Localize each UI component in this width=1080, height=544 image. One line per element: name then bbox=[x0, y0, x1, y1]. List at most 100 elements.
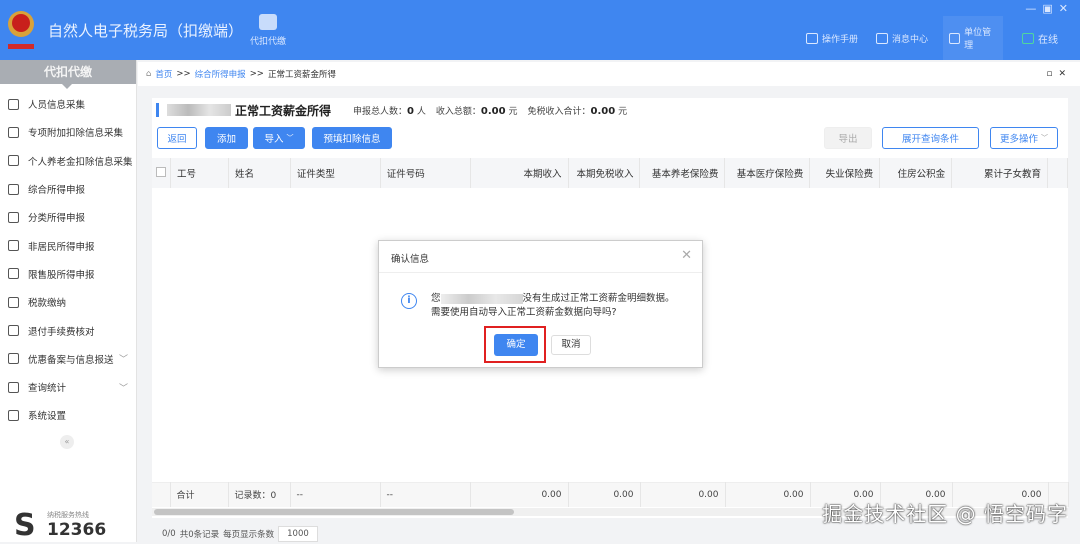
page-title: 正常工资薪金所得 bbox=[235, 103, 332, 118]
layers-icon bbox=[8, 183, 19, 195]
sidebar-item-0[interactable]: 人员信息采集 bbox=[0, 90, 136, 118]
pager-info[interactable]: 0/0 bbox=[162, 529, 176, 539]
sidebar-item-9[interactable]: 优惠备案与信息报送 ﹀ bbox=[0, 345, 136, 373]
wallet-icon bbox=[259, 14, 277, 30]
nav-label: 消息中心 bbox=[892, 34, 929, 45]
sidebar-item-label: 退付手续费核对 bbox=[28, 326, 95, 338]
checkbox-header bbox=[152, 158, 171, 188]
hotline-number: 12366 bbox=[47, 520, 107, 540]
msg-prefix: 您 bbox=[431, 293, 441, 304]
column-header[interactable]: 住房公积金 bbox=[879, 158, 953, 188]
column-header[interactable]: 基本养老保险费 bbox=[639, 158, 726, 188]
nav-label: 操作手册 bbox=[822, 34, 859, 45]
nav-unit-management[interactable]: 单位管理 bbox=[943, 16, 1003, 60]
data-table: 工号 姓名 证件类型 证件号码 本期收入 本期免税收入 基本养老保险费 基本医疗保险费 失业保险… bbox=[152, 158, 1069, 188]
list-icon bbox=[8, 126, 19, 138]
hotline: S 纳税服务热线 12366 bbox=[14, 508, 106, 544]
sidebar-item-6[interactable]: 限售股所得申报 bbox=[0, 260, 136, 288]
app-title: 自然人电子税务局（扣缴端） bbox=[48, 22, 244, 40]
sidebar-item-10[interactable]: 查询统计 ﹀ bbox=[0, 373, 136, 401]
sidebar-item-label: 系统设置 bbox=[28, 411, 67, 423]
column-header[interactable]: 工号 bbox=[170, 158, 229, 188]
chevron-down-icon: ﹀ bbox=[118, 355, 128, 366]
sidebar-item-2[interactable]: 个人养老金扣除信息采集 bbox=[0, 147, 136, 175]
restore-tab-icon[interactable]: ▫ bbox=[1046, 69, 1058, 79]
dialog-title: 确认信息 bbox=[379, 241, 702, 273]
close-tab-icon[interactable]: ✕ bbox=[1058, 69, 1072, 79]
chevron-down-icon: ﹀ bbox=[1041, 134, 1049, 142]
stat-unit: 元 bbox=[508, 106, 518, 117]
add-button[interactable]: 添加 bbox=[205, 127, 248, 149]
more-actions-button[interactable]: 更多操作 ﹀ bbox=[990, 127, 1058, 149]
footer-cell: 记录数：0 bbox=[228, 482, 291, 507]
stat-label: 收入总额： bbox=[435, 106, 481, 117]
collapse-sidebar-button[interactable]: « bbox=[60, 435, 74, 449]
back-button[interactable]: 返回 bbox=[157, 127, 197, 149]
nav-messages[interactable]: 消息中心 bbox=[870, 16, 934, 60]
close-button[interactable]: ✕ bbox=[1059, 2, 1074, 15]
person-icon bbox=[8, 98, 19, 110]
column-header[interactable]: 累计子女教育 bbox=[951, 158, 1048, 188]
nav-online[interactable]: 在线 bbox=[1016, 16, 1064, 60]
pension-icon bbox=[8, 155, 19, 167]
sidebar-item-5[interactable]: 非居民所得申报 bbox=[0, 231, 136, 259]
footer-cell: 0.00 bbox=[640, 482, 726, 507]
sidebar-item-7[interactable]: 税款缴纳 bbox=[0, 288, 136, 316]
column-header[interactable]: 姓名 bbox=[228, 158, 291, 188]
column-header[interactable]: 基本医疗保险费 bbox=[724, 158, 811, 188]
column-header[interactable]: 证件号码 bbox=[380, 158, 471, 188]
sidebar-item-1[interactable]: 专项附加扣除信息采集 bbox=[0, 118, 136, 146]
sidebar-item-8[interactable]: 退付手续费核对 bbox=[0, 316, 136, 344]
expand-query-button[interactable]: 展开查询条件 bbox=[882, 127, 979, 149]
stat-label: 免税收入合计： bbox=[527, 106, 591, 117]
breadcrumb: ⌂ 首页 >> 综合所得申报 >> 正常工资薪金所得 ▫✕ bbox=[138, 62, 1080, 86]
dialog-message: 您 没有生成过正常工资薪金明细数据。 需要使用自动导入正常工资薪金数据向导吗? bbox=[431, 292, 675, 320]
minimize-button[interactable]: — bbox=[1025, 2, 1042, 15]
prefill-deduction-button[interactable]: 预填扣除信息 bbox=[312, 127, 392, 149]
footer-cell: 0.00 bbox=[568, 482, 641, 507]
sidebar-item-11[interactable]: 系统设置 bbox=[0, 401, 136, 429]
confirm-dialog: 确认信息 ✕ i 您 没有生成过正常工资薪金明细数据。 需要使用自动导入正常工资薪… bbox=[378, 240, 703, 368]
sidebar-item-3[interactable]: 综合所得申报 bbox=[0, 175, 136, 203]
check-icon bbox=[8, 325, 19, 337]
app-header: 自然人电子税务局（扣缴端） 代扣代缴 操作手册 消息中心 单位管理 在线 —▣✕ bbox=[0, 0, 1080, 60]
scrollbar-thumb[interactable] bbox=[154, 509, 514, 515]
import-button[interactable]: 导入 ﹀ bbox=[253, 127, 305, 149]
nav-label: 单位管理 bbox=[964, 28, 992, 51]
sidebar-item-label: 专项附加扣除信息采集 bbox=[28, 128, 124, 140]
column-header[interactable]: 失业保险费 bbox=[809, 158, 881, 188]
search-list-icon bbox=[8, 381, 19, 393]
dialog-close-icon[interactable]: ✕ bbox=[681, 248, 692, 263]
window-controls[interactable]: —▣✕ bbox=[1025, 2, 1074, 15]
nav-withholding[interactable]: 代扣代缴 bbox=[246, 14, 290, 47]
sidebar: 代扣代缴 人员信息采集 专项附加扣除信息采集 个人养老金扣除信息采集 综合所得申报 分类… bbox=[0, 60, 137, 544]
title-accent bbox=[156, 103, 159, 117]
online-icon bbox=[1022, 32, 1034, 44]
breadcrumb-comprehensive[interactable]: 综合所得申报 bbox=[195, 68, 246, 80]
column-header[interactable]: 证件类型 bbox=[290, 158, 381, 188]
breadcrumb-home[interactable]: 首页 bbox=[155, 68, 172, 80]
nav-manual[interactable]: 操作手册 bbox=[800, 16, 864, 60]
sidebar-item-4[interactable]: 分类所得申报 bbox=[0, 203, 136, 231]
folder-icon bbox=[8, 296, 19, 308]
confirm-button[interactable]: 确定 bbox=[494, 334, 538, 356]
gear-icon bbox=[8, 409, 19, 421]
footer-cell: 0.00 bbox=[725, 482, 811, 507]
footer-cell: -- bbox=[380, 482, 471, 507]
footer-cell: -- bbox=[290, 482, 381, 507]
tax-emblem-logo bbox=[8, 11, 34, 49]
maximize-button[interactable]: ▣ bbox=[1042, 2, 1058, 15]
msg-line1: 没有生成过正常工资薪金明细数据。 bbox=[522, 293, 675, 304]
pie-icon bbox=[8, 211, 19, 223]
select-all-checkbox[interactable] bbox=[156, 166, 166, 177]
pager-total: 共0条记录 bbox=[179, 530, 220, 540]
per-page-input[interactable]: 1000 bbox=[278, 526, 318, 542]
document-icon bbox=[8, 353, 19, 365]
nav-label: 在线 bbox=[1038, 34, 1058, 46]
column-header[interactable]: 本期免税收入 bbox=[568, 158, 641, 188]
mail-icon bbox=[876, 32, 888, 44]
cancel-button[interactable]: 取消 bbox=[551, 335, 591, 355]
sidebar-item-label: 税款缴纳 bbox=[28, 298, 67, 310]
export-button[interactable]: 导出 bbox=[824, 127, 872, 149]
column-header[interactable]: 本期收入 bbox=[470, 158, 569, 188]
